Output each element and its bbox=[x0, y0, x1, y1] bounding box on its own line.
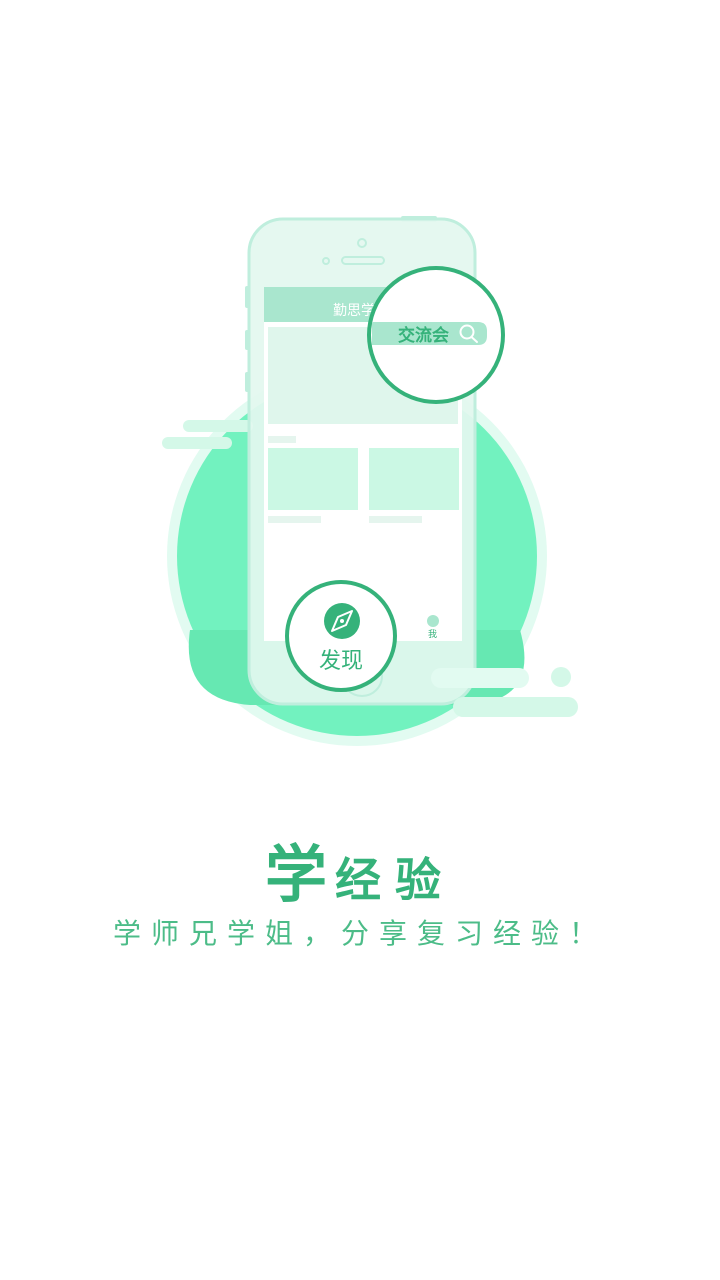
discover-label: 发现 bbox=[319, 649, 363, 674]
discover-tab-bubble: 发现 bbox=[285, 580, 397, 692]
compass-icon bbox=[324, 603, 360, 639]
onboarding-illustration: 勤思学 我 交流会 发现 bbox=[162, 216, 578, 746]
headline-big-char: 学 bbox=[264, 838, 335, 911]
magnifier-search-bubble: 交流会 bbox=[367, 266, 505, 404]
search-bar-label: 交流会 bbox=[398, 325, 449, 346]
tab-me-label: 我 bbox=[428, 629, 437, 640]
subtitle: 学师兄学姐，分享复习经验！ bbox=[112, 917, 607, 950]
headline: 学经验 bbox=[0, 824, 720, 914]
app-header-title: 勤思学 bbox=[333, 303, 375, 319]
headline-rest: 经验 bbox=[335, 853, 455, 907]
